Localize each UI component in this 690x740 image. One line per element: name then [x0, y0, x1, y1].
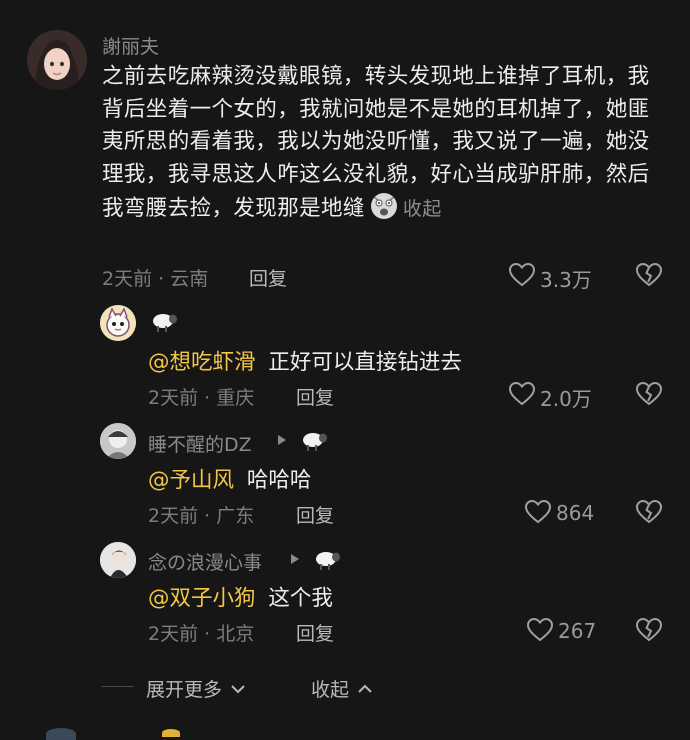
main-comment-avatar[interactable]	[27, 30, 87, 90]
chevron-down-icon	[230, 684, 246, 694]
main-comment-time-location: 2天前 · 云南	[102, 268, 209, 290]
play-arrow-icon	[290, 553, 300, 565]
main-comment-author[interactable]: 謝丽夫	[102, 32, 159, 59]
next-comment-avatar-peek	[46, 728, 76, 740]
reply-reply-button[interactable]: 回复	[296, 383, 334, 410]
dislike-broken-heart-icon[interactable]	[635, 262, 663, 288]
expand-more-button[interactable]: 展开更多	[146, 675, 246, 702]
reply-time-location: 2天前 · 广东	[148, 505, 255, 527]
dislike-broken-heart-icon[interactable]	[635, 381, 663, 407]
main-comment-reply-button[interactable]: 回复	[249, 264, 287, 291]
reply-mention[interactable]: @双子小狗	[148, 586, 256, 611]
reply-avatar[interactable]	[100, 423, 136, 459]
reply-author[interactable]: 睡不醒的DZ	[148, 430, 252, 457]
sheep-icon	[300, 430, 328, 452]
sheep-icon	[150, 311, 178, 333]
shocked-face-icon	[369, 191, 399, 221]
collapse-replies-button[interactable]: 收起	[311, 675, 373, 702]
replies-divider	[102, 686, 134, 687]
reply-text: 正好可以直接钻进去	[268, 350, 462, 375]
reply-author[interactable]: 念の浪漫心事	[148, 548, 262, 575]
collapse-label: 收起	[311, 679, 350, 701]
reply-mention[interactable]: @予山风	[148, 468, 234, 493]
next-comment-badge-peek	[162, 729, 180, 737]
reply-text: 这个我	[268, 586, 333, 611]
play-arrow-icon	[277, 434, 287, 446]
reply-time-location: 2天前 · 重庆	[148, 387, 255, 409]
chevron-up-icon	[357, 684, 373, 694]
reply-avatar[interactable]	[100, 305, 136, 341]
reply-like-count: 267	[558, 619, 597, 643]
reply-content: @双子小狗 这个我	[148, 581, 333, 612]
dislike-broken-heart-icon[interactable]	[635, 499, 663, 525]
reply-mention[interactable]: @想吃虾滑	[148, 350, 256, 375]
main-comment-collapse-link[interactable]: 收起	[403, 198, 442, 220]
reply-time-location: 2天前 · 北京	[148, 623, 255, 645]
main-comment-text: 之前去吃麻辣烫没戴眼镜，转头发现地上谁掉了耳机，我背后坐着一个女的，我就问她是不…	[102, 61, 662, 226]
heart-icon[interactable]	[508, 262, 536, 288]
reply-reply-button[interactable]: 回复	[296, 619, 334, 646]
reply-like-count: 2.0万	[540, 387, 592, 411]
dislike-broken-heart-icon[interactable]	[635, 617, 663, 643]
reply-like-count: 864	[556, 501, 595, 525]
reply-reply-button[interactable]: 回复	[296, 501, 334, 528]
sheep-icon	[313, 549, 341, 571]
reply-text: 哈哈哈	[246, 468, 312, 493]
heart-icon[interactable]	[508, 381, 536, 407]
expand-more-label: 展开更多	[146, 679, 223, 701]
reply-content: @想吃虾滑 正好可以直接钻进去	[148, 345, 462, 376]
reply-avatar[interactable]	[100, 542, 136, 578]
heart-icon[interactable]	[524, 499, 552, 525]
reply-content: @予山风 哈哈哈	[148, 463, 311, 494]
heart-icon[interactable]	[526, 617, 554, 643]
main-comment-like-count: 3.3万	[540, 268, 592, 292]
